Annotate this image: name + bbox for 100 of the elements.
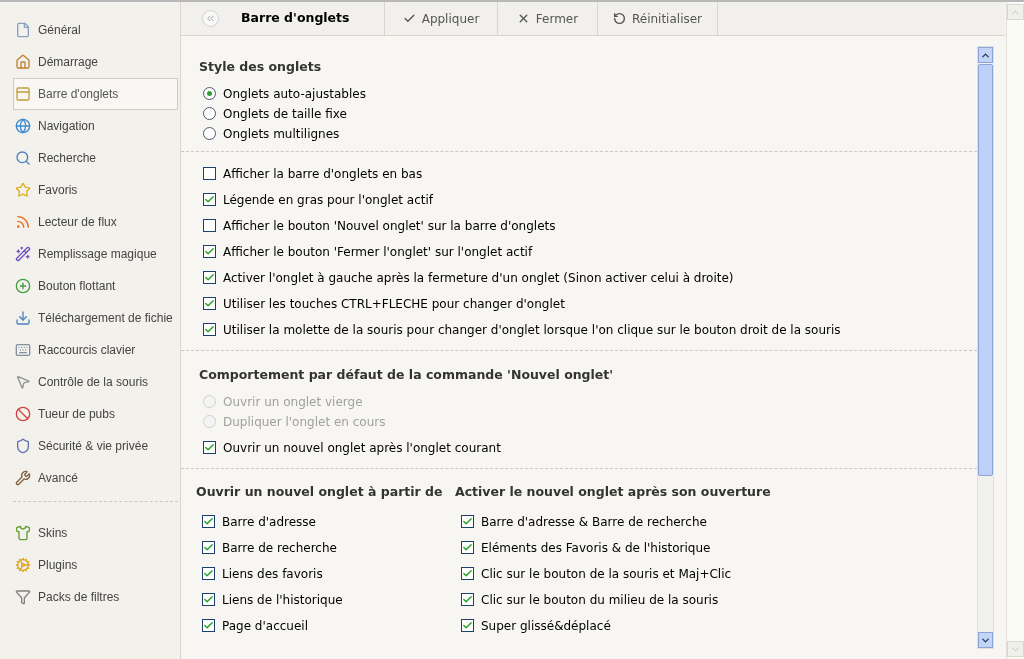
radio-button[interactable] bbox=[203, 87, 216, 101]
search-icon bbox=[15, 150, 31, 166]
sidebar-item[interactable]: Téléchargement de fichie bbox=[13, 302, 178, 334]
sidebar-item[interactable]: Plugins bbox=[13, 549, 178, 581]
sidebar-item[interactable]: Recherche bbox=[13, 142, 178, 174]
option-label: Page d'accueil bbox=[222, 617, 308, 635]
gear-icon bbox=[15, 557, 31, 573]
sidebar-item[interactable]: Avancé bbox=[13, 462, 178, 494]
checkbox[interactable] bbox=[203, 297, 216, 311]
sidebar-item[interactable]: Favoris bbox=[13, 174, 178, 206]
column-heading: Ouvrir un nouvel onglet à partir de bbox=[196, 482, 444, 501]
check-icon bbox=[462, 516, 473, 527]
sidebar-item[interactable]: Navigation bbox=[13, 110, 178, 142]
sidebar-item[interactable]: Bouton flottant bbox=[13, 270, 178, 302]
check-icon bbox=[203, 568, 214, 579]
scrollbar[interactable] bbox=[977, 46, 994, 649]
option-label: Afficher le bouton 'Nouvel onglet' sur la barre d'onglets bbox=[223, 217, 556, 235]
tools-icon bbox=[15, 470, 31, 486]
checkbox[interactable] bbox=[202, 515, 215, 528]
check-icon bbox=[203, 620, 214, 631]
check-icon bbox=[462, 542, 473, 553]
checkbox[interactable] bbox=[202, 541, 215, 554]
checkbox[interactable] bbox=[202, 593, 215, 606]
shirt-icon bbox=[15, 525, 31, 541]
checkbox[interactable] bbox=[203, 245, 216, 259]
sidebar-item[interactable]: Sécurité & vie privée bbox=[13, 430, 178, 462]
sidebar-item[interactable]: Skins bbox=[13, 517, 178, 549]
checkbox[interactable] bbox=[203, 219, 216, 233]
option-label: Utiliser la molette de la souris pour changer d'onglet lorsque l'on clique sur le bouton droit de la souris bbox=[223, 321, 841, 339]
sidebar-item[interactable]: Lecteur de flux bbox=[13, 206, 178, 238]
option-label: Onglets de taille fixe bbox=[223, 105, 347, 123]
sidebar-item[interactable]: Remplissage magique bbox=[13, 238, 178, 270]
option-label: Liens de l'historique bbox=[222, 591, 343, 609]
check-icon bbox=[203, 594, 214, 605]
sidebar-item[interactable]: Contrôle de la souris bbox=[13, 366, 178, 398]
check-icon bbox=[203, 542, 214, 553]
funnel-icon bbox=[15, 589, 31, 605]
checkbox[interactable] bbox=[202, 619, 215, 632]
radio-button[interactable] bbox=[203, 127, 216, 141]
option-label: Barre d'adresse bbox=[222, 513, 316, 531]
checkbox[interactable] bbox=[461, 619, 474, 632]
checkbox[interactable] bbox=[461, 593, 474, 606]
option-label: Onglets multilignes bbox=[223, 125, 340, 143]
sidebar-item[interactable]: Général bbox=[13, 14, 178, 46]
shield-icon bbox=[15, 438, 31, 454]
scrollbar-thumb[interactable] bbox=[978, 64, 993, 476]
mouse-pointer-icon bbox=[15, 374, 31, 390]
option-label: Onglets auto-ajustables bbox=[223, 85, 366, 103]
checkbox[interactable] bbox=[203, 193, 216, 207]
document-icon bbox=[15, 22, 31, 38]
globe-icon bbox=[15, 118, 31, 134]
star-icon bbox=[15, 182, 31, 198]
checkbox[interactable] bbox=[461, 515, 474, 528]
tab-bar-icon bbox=[15, 86, 31, 102]
checkbox[interactable] bbox=[202, 567, 215, 580]
keyboard-icon bbox=[15, 342, 31, 358]
rss-icon bbox=[15, 214, 31, 230]
check-icon bbox=[462, 620, 473, 631]
checkbox[interactable] bbox=[203, 271, 216, 285]
checkbox[interactable] bbox=[203, 323, 216, 337]
checkbox[interactable] bbox=[461, 541, 474, 554]
check-icon bbox=[402, 12, 416, 25]
option-label: Afficher la barre d'onglets en bas bbox=[223, 165, 423, 183]
toolbar-button[interactable]: Fermer bbox=[498, 2, 598, 35]
option-label: Barre de recherche bbox=[222, 539, 337, 557]
blocked-icon bbox=[15, 406, 31, 422]
page-title: Barre d'onglets bbox=[241, 9, 350, 28]
sidebar-item[interactable]: Démarrage bbox=[13, 46, 178, 78]
option-label: Activer l'onglet à gauche après la fermeture d'un onglet (Sinon activer celui à droite) bbox=[223, 269, 734, 287]
scroll-down-button[interactable] bbox=[978, 632, 993, 648]
radio-button[interactable] bbox=[203, 107, 216, 121]
download-icon bbox=[15, 310, 31, 326]
checkbox[interactable] bbox=[203, 167, 216, 181]
check-icon bbox=[462, 568, 473, 579]
option-label: Afficher le bouton 'Fermer l'onglet' sur l'onglet actif bbox=[223, 243, 533, 261]
option-label: Ouvrir un nouvel onglet après l'onglet courant bbox=[223, 439, 501, 457]
reset-icon bbox=[612, 12, 626, 25]
option-label: Barre d'adresse & Barre de recherche bbox=[481, 513, 707, 531]
toolbar-button[interactable]: Appliquer bbox=[385, 2, 498, 35]
checkbox[interactable] bbox=[461, 567, 474, 580]
sidebar-item[interactable]: Packs de filtres bbox=[13, 581, 178, 613]
sidebar-item[interactable]: Barre d'onglets bbox=[13, 78, 178, 110]
section-heading: Style des onglets bbox=[199, 58, 323, 76]
scroll-up-button[interactable] bbox=[978, 47, 993, 63]
double-chevron-icon bbox=[205, 13, 216, 24]
option-label: Dupliquer l'onglet en cours bbox=[223, 413, 386, 431]
sidebar-item[interactable]: Raccourcis clavier bbox=[13, 334, 178, 366]
sidebar-item[interactable]: Tueur de pubs bbox=[13, 398, 178, 430]
column-heading: Activer le nouvel onglet après son ouverture bbox=[455, 482, 772, 501]
option-label: Clic sur le bouton de la souris et Maj+Clic bbox=[481, 565, 732, 583]
house-icon bbox=[15, 54, 31, 70]
check-icon bbox=[203, 516, 214, 527]
toolbar-button[interactable]: Réinitialiser bbox=[598, 2, 718, 35]
option-label: Utiliser les touches CTRL+FLECHE pour changer d'onglet bbox=[223, 295, 565, 313]
check-icon bbox=[462, 594, 473, 605]
option-label: Liens des favoris bbox=[222, 565, 323, 583]
option-label: Légende en gras pour l'onglet actif bbox=[223, 191, 433, 209]
checkbox[interactable] bbox=[203, 441, 216, 454]
plus-circle-icon bbox=[15, 278, 31, 294]
magic-wand-icon bbox=[15, 246, 31, 262]
